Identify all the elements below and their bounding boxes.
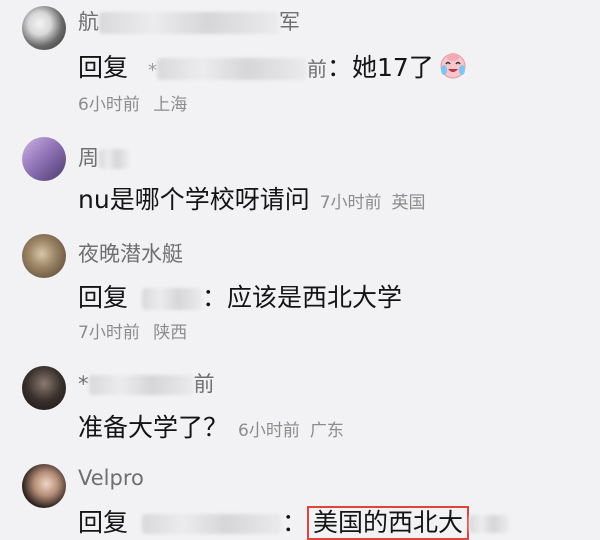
comment-text: 回复 * 前：她17了 [78, 48, 468, 84]
reply-text: 准备大学了？ [78, 413, 229, 442]
comment-time: 6小时前 [238, 421, 300, 441]
comment-text: nu是哪个学校呀请问 7小时前 英国 [78, 180, 426, 216]
redacted-block [142, 288, 203, 310]
comment-text: 回复：美国的西北大 [78, 503, 510, 540]
avatar[interactable] [22, 137, 66, 181]
comment-location: 广东 [309, 421, 344, 441]
redacted-block [156, 58, 307, 80]
highlighted-reply-text: 美国的西北大 [307, 506, 470, 540]
reply-text: nu是哪个学校呀请问 [78, 185, 310, 214]
comment-time: 6小时前 [78, 95, 140, 115]
redacted-block [99, 12, 279, 34]
comment-time: 7小时前 [78, 323, 140, 343]
reply-text: 应该是西北大学 [227, 283, 403, 312]
redacted-block [469, 515, 510, 533]
avatar[interactable] [22, 234, 66, 278]
comment-username[interactable]: Velpro [78, 466, 144, 490]
avatar[interactable] [22, 464, 66, 508]
comment-username[interactable]: 航军 [78, 6, 300, 36]
redacted-block [142, 514, 283, 534]
comment-username[interactable]: 夜晚潜水艇 [78, 238, 183, 268]
reply-text: 她17了 [351, 53, 434, 82]
avatar[interactable] [22, 6, 66, 50]
comment-time: 7小时前 [319, 193, 382, 213]
comment-username[interactable]: 周 [78, 142, 129, 172]
comment-location: 英国 [391, 193, 426, 213]
comment-meta: 7小时前 陕西 [78, 318, 187, 343]
redacted-block [88, 375, 194, 395]
comment-text: 回复 ：应该是西北大学 [78, 283, 403, 312]
comment-meta: 6小时前 上海 [78, 90, 187, 115]
comment-location: 上海 [153, 95, 188, 115]
comment-location: 陕西 [153, 323, 188, 343]
comment-text: 准备大学了？ 6小时前 广东 [78, 408, 344, 444]
crying-laughing-emoji-icon [438, 50, 468, 80]
redacted-block [99, 149, 129, 169]
avatar[interactable] [22, 366, 66, 410]
comment-username[interactable]: * 前 [78, 368, 215, 398]
